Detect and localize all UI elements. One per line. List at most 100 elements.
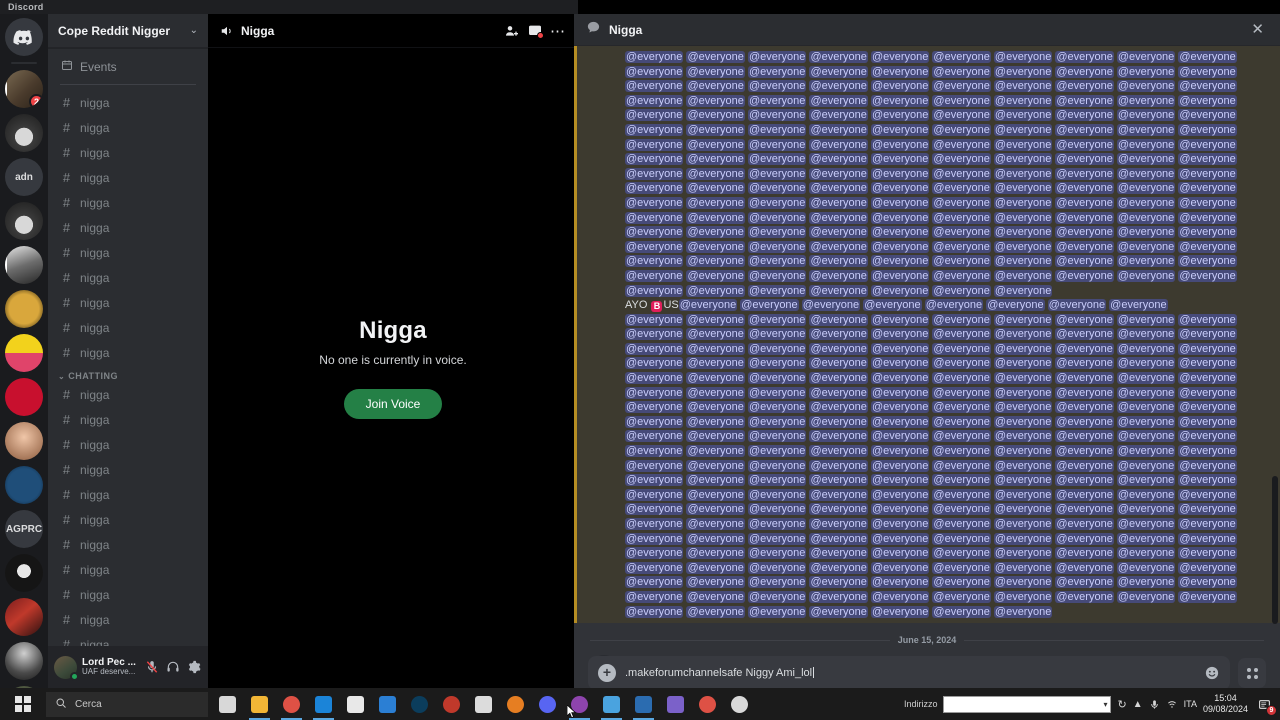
mention-everyone[interactable]: @everyone [870, 182, 930, 195]
chevron-up-icon[interactable]: ▲ [1133, 699, 1143, 710]
channel-item-nigga[interactable]: # nigga [54, 532, 202, 557]
mention-everyone[interactable]: @everyone [625, 211, 684, 224]
mention-everyone[interactable]: @everyone [1116, 357, 1176, 370]
mention-everyone[interactable]: @everyone [747, 576, 807, 589]
mention-everyone[interactable]: @everyone [870, 211, 930, 224]
mention-everyone[interactable]: @everyone [870, 547, 930, 560]
mention-everyone[interactable]: @everyone [924, 299, 984, 312]
mention-everyone[interactable]: @everyone [1178, 445, 1237, 458]
message-input-value[interactable]: .makeforumchannelsafe Niggy Ami_lol [625, 667, 1195, 679]
mention-everyone[interactable]: @everyone [993, 590, 1053, 603]
mention-everyone[interactable]: @everyone [993, 313, 1053, 326]
mention-everyone[interactable]: @everyone [809, 342, 868, 355]
channel-item-nigga[interactable]: # nigga [54, 340, 202, 365]
mention-everyone[interactable]: @everyone [1178, 328, 1237, 341]
mention-everyone[interactable]: @everyone [747, 532, 807, 545]
mention-everyone[interactable]: @everyone [993, 284, 1053, 297]
mention-everyone[interactable]: @everyone [686, 561, 745, 574]
mention-everyone[interactable]: @everyone [1116, 445, 1176, 458]
mention-everyone[interactable]: @everyone [809, 430, 868, 443]
mention-everyone[interactable]: @everyone [686, 503, 745, 516]
mention-everyone[interactable]: @everyone [747, 211, 807, 224]
mention-everyone[interactable]: @everyone [747, 605, 807, 618]
mention-everyone[interactable]: @everyone [1047, 299, 1107, 312]
mention-everyone[interactable]: @everyone [870, 342, 930, 355]
mention-everyone[interactable]: @everyone [1055, 532, 1114, 545]
mention-everyone[interactable]: @everyone [932, 357, 991, 370]
mention-everyone[interactable]: @everyone [1178, 80, 1237, 93]
window-icon[interactable] [596, 688, 627, 720]
mention-everyone[interactable]: @everyone [625, 313, 684, 326]
mention-everyone[interactable]: @everyone [747, 269, 807, 282]
add-person-icon[interactable] [504, 23, 520, 39]
mention-everyone[interactable]: @everyone [1178, 576, 1237, 589]
mention-everyone[interactable]: @everyone [1116, 576, 1176, 589]
mention-everyone[interactable]: @everyone [932, 153, 991, 166]
taskbar-pinned-apps[interactable] [212, 688, 755, 720]
mention-everyone[interactable]: @everyone [993, 488, 1053, 501]
mention-everyone[interactable]: @everyone [1055, 488, 1114, 501]
mention-everyone[interactable]: @everyone [747, 401, 807, 414]
mention-everyone[interactable]: @everyone [809, 123, 868, 136]
mention-everyone[interactable]: @everyone [1178, 226, 1237, 239]
mention-everyone[interactable]: @everyone [747, 547, 807, 560]
server-icon-server-bodybuilder[interactable] [5, 246, 43, 284]
mention-everyone[interactable]: @everyone [625, 518, 684, 530]
mention-everyone[interactable]: @everyone [1178, 167, 1237, 180]
mention-everyone[interactable]: @everyone [625, 255, 684, 268]
mention-everyone[interactable]: @everyone [870, 503, 930, 516]
mention-everyone[interactable]: @everyone [1116, 459, 1176, 472]
mention-everyone[interactable]: @everyone [1116, 532, 1176, 545]
mention-everyone[interactable]: @everyone [863, 299, 922, 312]
channel-item-nigga[interactable]: # nigga [54, 607, 202, 632]
mention-everyone[interactable]: @everyone [809, 240, 868, 253]
mention-everyone[interactable]: @everyone [870, 94, 930, 107]
mention-everyone[interactable]: @everyone [625, 547, 684, 560]
channel-item-events[interactable]: Events [54, 54, 202, 79]
search-input[interactable]: Cerca [46, 691, 208, 717]
mention-everyone[interactable]: @everyone [932, 386, 991, 399]
mention-everyone[interactable]: @everyone [747, 226, 807, 239]
mention-everyone[interactable]: @everyone [870, 386, 930, 399]
mention-everyone[interactable]: @everyone [932, 80, 991, 93]
mention-everyone[interactable]: @everyone [809, 226, 868, 239]
mention-everyone[interactable]: @everyone [870, 518, 930, 530]
mention-everyone[interactable]: @everyone [809, 109, 868, 122]
server-icon-server-greyscale[interactable] [5, 642, 43, 680]
mention-everyone[interactable]: @everyone [932, 196, 991, 209]
server-icon-server-yellow-flag[interactable] [5, 334, 43, 372]
mention-everyone[interactable]: @everyone [686, 547, 745, 560]
mention-everyone[interactable]: @everyone [932, 561, 991, 574]
mention-everyone[interactable]: @everyone [932, 532, 991, 545]
channel-item-nigga[interactable]: # nigga [54, 165, 202, 190]
mention-everyone[interactable]: @everyone [1116, 313, 1176, 326]
mention-everyone[interactable]: @everyone [932, 488, 991, 501]
mention-everyone[interactable]: @everyone [1055, 372, 1114, 385]
server-icon-server-red-pub[interactable] [5, 598, 43, 636]
mention-everyone[interactable]: @everyone [747, 488, 807, 501]
mention-everyone[interactable]: @everyone [1055, 415, 1114, 428]
mention-everyone[interactable]: @everyone [686, 386, 745, 399]
mention-everyone[interactable]: @everyone [1178, 401, 1237, 414]
windows-start-icon[interactable] [0, 688, 46, 720]
mention-everyone[interactable]: @everyone [993, 182, 1053, 195]
mention-everyone[interactable]: @everyone [1055, 196, 1114, 209]
mention-everyone[interactable]: @everyone [1178, 182, 1237, 195]
mention-everyone[interactable]: @everyone [625, 605, 684, 618]
mention-everyone[interactable]: @everyone [870, 357, 930, 370]
emoji-icon[interactable] [1204, 665, 1220, 681]
avatar[interactable] [590, 655, 618, 656]
mention-everyone[interactable]: @everyone [993, 255, 1053, 268]
mention-everyone[interactable]: @everyone [870, 605, 930, 618]
mention-everyone[interactable]: @everyone [870, 459, 930, 472]
mention-everyone[interactable]: @everyone [1055, 576, 1114, 589]
mention-everyone[interactable]: @everyone [870, 401, 930, 414]
mention-everyone[interactable]: @everyone [1116, 167, 1176, 180]
mention-everyone[interactable]: @everyone [686, 518, 745, 530]
mention-everyone[interactable]: @everyone [809, 415, 868, 428]
notifications-icon[interactable]: 9 [1254, 694, 1277, 716]
mention-everyone[interactable]: @everyone [932, 415, 991, 428]
apps-grid-icon[interactable] [1238, 658, 1266, 688]
channel-list[interactable]: Events # nigga # nigga # nigga # nigga # nigga # nig… [48, 48, 208, 646]
mention-everyone[interactable]: @everyone [1055, 474, 1114, 487]
